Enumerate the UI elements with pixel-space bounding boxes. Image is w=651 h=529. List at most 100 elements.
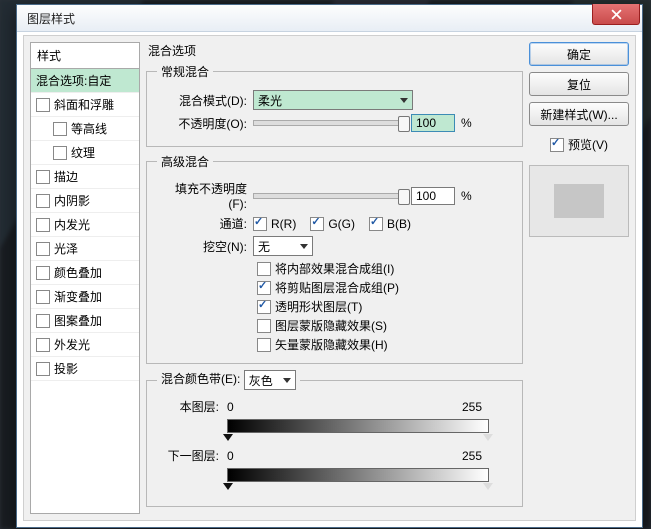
client-area: 样式 混合选项:自定斜面和浮雕等高线纹理描边内阴影内发光光泽颜色叠加渐变叠加图案… [23, 35, 636, 521]
style-item[interactable]: 图案叠加 [31, 309, 139, 333]
this-layer-gradient[interactable] [227, 419, 489, 433]
preview-thumbnail [529, 165, 629, 237]
style-item[interactable]: 外发光 [31, 333, 139, 357]
style-item-checkbox[interactable] [36, 98, 50, 112]
blend-if-select[interactable]: 灰色 [244, 370, 296, 390]
style-item-checkbox[interactable] [53, 146, 67, 160]
under-layer-label: 下一图层: [157, 447, 227, 464]
fill-opacity-input[interactable]: 100 [411, 187, 455, 205]
opacity-label: 不透明度(O): [157, 115, 247, 132]
this-layer-high: 255 [462, 400, 512, 414]
style-item-label: 投影 [54, 360, 78, 377]
knockout-select[interactable]: 无 [253, 236, 313, 256]
blend-mode-label: 混合模式(D): [157, 92, 247, 109]
this-layer-low: 0 [227, 400, 277, 414]
style-item[interactable]: 混合选项:自定 [31, 69, 139, 93]
style-item[interactable]: 等高线 [31, 117, 139, 141]
styles-list: 样式 混合选项:自定斜面和浮雕等高线纹理描边内阴影内发光光泽颜色叠加渐变叠加图案… [30, 42, 140, 514]
style-item-checkbox[interactable] [36, 338, 50, 352]
preview-checkbox[interactable]: ✓ 预览(V) [529, 136, 629, 153]
advanced-option-label: 将剪贴图层混合成组(P) [275, 279, 399, 296]
style-item[interactable]: 颜色叠加 [31, 261, 139, 285]
this-layer-label: 本图层: [157, 398, 227, 415]
style-item[interactable]: 投影 [31, 357, 139, 381]
style-item[interactable]: 内发光 [31, 213, 139, 237]
style-item-label: 混合选项:自定 [36, 72, 111, 89]
style-item-label: 斜面和浮雕 [54, 96, 114, 113]
advanced-blending-legend: 高级混合 [157, 153, 213, 170]
advanced-option[interactable]: 将内部效果混合成组(I) [257, 260, 512, 277]
ok-button[interactable]: 确定 [529, 42, 629, 66]
advanced-option-label: 将内部效果混合成组(I) [275, 260, 394, 277]
style-item[interactable]: 光泽 [31, 237, 139, 261]
style-item-label: 内发光 [54, 216, 90, 233]
advanced-option-label: 矢量蒙版隐藏效果(H) [275, 336, 388, 353]
style-item-checkbox[interactable] [36, 242, 50, 256]
style-item-checkbox[interactable] [36, 314, 50, 328]
advanced-option-label: 透明形状图层(T) [275, 298, 362, 315]
style-item-label: 外发光 [54, 336, 90, 353]
window-title: 图层样式 [27, 10, 75, 27]
cancel-button[interactable]: 复位 [529, 72, 629, 96]
chevron-down-icon [300, 244, 308, 249]
styles-header: 样式 [31, 43, 139, 69]
channel-r-checkbox[interactable]: R(R) [253, 217, 296, 231]
under-layer-gradient[interactable] [227, 468, 489, 482]
style-item-checkbox[interactable] [36, 266, 50, 280]
checkbox-icon [257, 300, 271, 314]
style-item-checkbox[interactable] [36, 170, 50, 184]
layer-style-dialog: 图层样式 样式 混合选项:自定斜面和浮雕等高线纹理描边内阴影内发光光泽颜色叠加渐… [16, 4, 643, 528]
blend-if-legend: 混合颜色带(E): 灰色 [157, 370, 300, 390]
checkbox-icon [257, 262, 271, 276]
advanced-option[interactable]: 透明形状图层(T) [257, 298, 512, 315]
advanced-option[interactable]: 图层蒙版隐藏效果(S) [257, 317, 512, 334]
right-column: 确定 复位 新建样式(W)... ✓ 预览(V) [529, 42, 629, 514]
knockout-label: 挖空(N): [157, 238, 247, 255]
channels-label: 通道: [157, 215, 247, 232]
style-item-label: 等高线 [71, 120, 107, 137]
checkbox-icon [257, 319, 271, 333]
style-item-label: 颜色叠加 [54, 264, 102, 281]
under-layer-high: 255 [462, 449, 512, 463]
style-item-label: 渐变叠加 [54, 288, 102, 305]
blend-if-group: 混合颜色带(E): 灰色 本图层: 0 255 [146, 370, 523, 507]
style-item[interactable]: 纹理 [31, 141, 139, 165]
advanced-blending-group: 高级混合 填充不透明度(F): 100 % 通道: R(R) G(G) B(B) [146, 153, 523, 364]
style-item[interactable]: 描边 [31, 165, 139, 189]
new-style-button[interactable]: 新建样式(W)... [529, 102, 629, 126]
blend-mode-value: 柔光 [258, 92, 282, 109]
style-item-checkbox[interactable] [36, 290, 50, 304]
style-item-checkbox[interactable] [53, 122, 67, 136]
close-button[interactable] [592, 4, 640, 25]
style-item-checkbox[interactable] [36, 194, 50, 208]
opacity-slider[interactable] [253, 120, 405, 126]
channel-g-checkbox[interactable]: G(G) [310, 217, 355, 231]
general-blending-legend: 常规混合 [157, 63, 213, 80]
opacity-suffix: % [461, 116, 472, 130]
general-blending-group: 常规混合 混合模式(D): 柔光 不透明度(O): 100 % [146, 63, 523, 147]
under-layer-low: 0 [227, 449, 277, 463]
blend-mode-select[interactable]: 柔光 [253, 90, 413, 110]
checkbox-icon [257, 281, 271, 295]
titlebar[interactable]: 图层样式 [17, 5, 642, 32]
channel-b-checkbox[interactable]: B(B) [369, 217, 411, 231]
advanced-option[interactable]: 将剪贴图层混合成组(P) [257, 279, 512, 296]
checkbox-icon [257, 338, 271, 352]
style-item-label: 纹理 [71, 144, 95, 161]
main-panel: 混合选项 常规混合 混合模式(D): 柔光 不透明度(O): 100 % [146, 42, 523, 514]
opacity-input[interactable]: 100 [411, 114, 455, 132]
style-item-checkbox[interactable] [36, 218, 50, 232]
fill-opacity-suffix: % [461, 189, 472, 203]
section-heading: 混合选项 [148, 42, 523, 59]
advanced-option[interactable]: 矢量蒙版隐藏效果(H) [257, 336, 512, 353]
fill-opacity-slider[interactable] [253, 193, 405, 199]
knockout-value: 无 [258, 238, 270, 255]
style-item[interactable]: 内阴影 [31, 189, 139, 213]
chevron-down-icon [400, 98, 408, 103]
style-item[interactable]: 渐变叠加 [31, 285, 139, 309]
chevron-down-icon [283, 378, 291, 383]
style-item-checkbox[interactable] [36, 362, 50, 376]
style-item[interactable]: 斜面和浮雕 [31, 93, 139, 117]
style-item-label: 图案叠加 [54, 312, 102, 329]
style-item-label: 内阴影 [54, 192, 90, 209]
